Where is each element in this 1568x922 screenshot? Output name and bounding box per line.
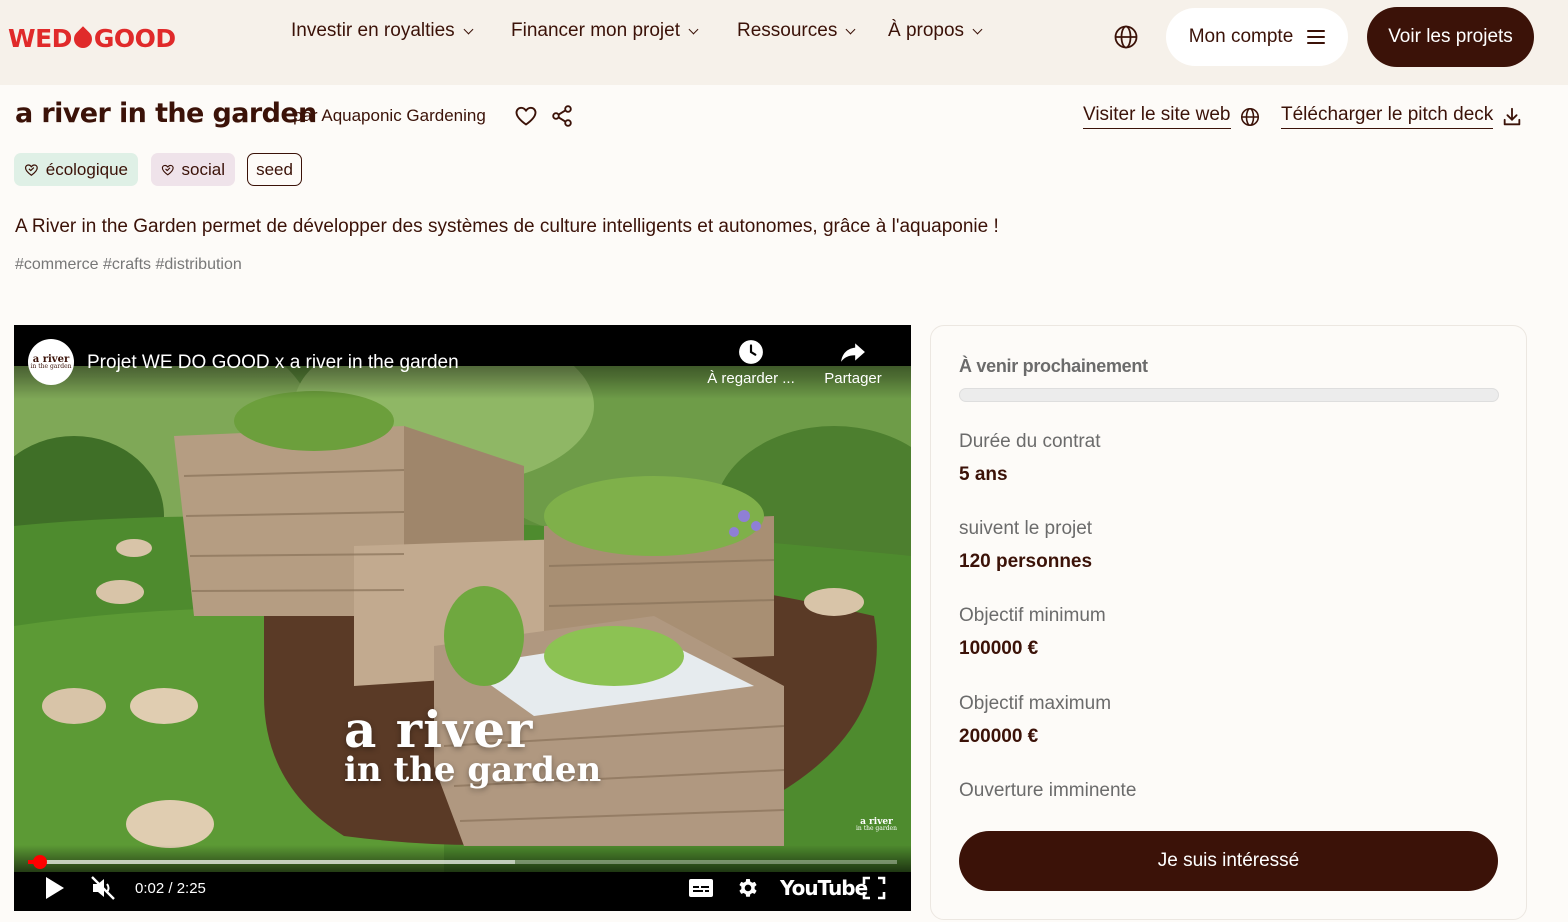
stat-followers-label: suivent le projet — [959, 518, 1093, 539]
nav-menu-invest[interactable]: Investir en royalties — [291, 18, 474, 44]
video-watermark: a river in the garden — [856, 817, 897, 833]
tag-ecological-label: écologique — [45, 159, 128, 179]
stat-contract-duration-label: Durée du contrat — [959, 431, 1101, 452]
video-progress-bar[interactable] — [28, 855, 897, 869]
captions-button[interactable] — [688, 873, 714, 903]
captions-icon — [689, 879, 713, 897]
nav-menu-about-label: À propos — [888, 20, 965, 41]
chevron-down-icon — [972, 24, 983, 34]
youtube-logo: YouTube — [780, 876, 868, 900]
globe-icon — [1240, 107, 1259, 126]
visit-website-label: Visiter le site web — [1083, 104, 1231, 129]
watch-later-label: À regarder ... — [707, 370, 795, 387]
tag-social: social — [151, 153, 235, 186]
channel-avatar[interactable]: a river in the garden — [28, 339, 74, 385]
project-byline[interactable]: par Aquaponic Gardening — [293, 106, 486, 126]
clock-icon — [739, 340, 763, 364]
my-account-button[interactable]: Mon compte — [1166, 8, 1348, 66]
fullscreen-icon — [862, 876, 886, 900]
watermark-line2: in the garden — [856, 825, 897, 833]
leaf-heart-icon — [161, 164, 174, 175]
my-account-label: Mon compte — [1188, 26, 1294, 47]
chevron-down-icon — [845, 24, 856, 34]
language-globe-icon[interactable] — [1112, 23, 1140, 51]
video-share-button[interactable]: Partager — [808, 339, 898, 387]
top-nav: WED GOOD Investir en royalties Financer … — [0, 0, 1568, 85]
hamburger-icon — [1307, 30, 1326, 44]
video-share-label: Partager — [824, 370, 882, 387]
muted-icon — [91, 876, 115, 900]
settings-button[interactable] — [736, 873, 760, 903]
download-icon — [1504, 107, 1521, 125]
interested-button[interactable]: Je suis intéressé — [959, 831, 1498, 891]
overlay-title-line1: a river — [344, 700, 534, 759]
download-pitch-deck-label: Télécharger le pitch deck — [1281, 104, 1494, 129]
heart-icon[interactable] — [514, 104, 538, 128]
nav-menu-resources[interactable]: Ressources — [737, 18, 856, 44]
visit-website-link[interactable]: Visiter le site web — [1083, 104, 1261, 129]
video-buffered-bar — [28, 860, 515, 864]
video-player[interactable]: a river in the garden Projet WE DO GOOD … — [14, 325, 911, 911]
chevron-down-icon — [688, 24, 699, 34]
download-pitch-deck-link[interactable]: Télécharger le pitch deck — [1281, 104, 1523, 129]
mute-button[interactable] — [89, 873, 117, 903]
logo-text-right: GOOD — [93, 24, 176, 53]
stat-followers-value: 120 personnes — [959, 551, 1093, 572]
funding-progress-bar — [959, 388, 1499, 402]
gear-icon — [739, 879, 757, 897]
play-icon — [46, 877, 64, 899]
nav-menu-invest-label: Investir en royalties — [291, 20, 455, 41]
stat-max-goal-label: Objectif maximum — [959, 693, 1112, 714]
opening-status: Ouverture imminente — [959, 780, 1137, 801]
nav-menu-finance[interactable]: Financer mon projet — [511, 18, 699, 44]
overlay-title-line2: in the garden — [344, 750, 602, 790]
tag-ecological: écologique — [14, 153, 138, 186]
video-frame — [14, 366, 911, 872]
leaf-heart-icon — [24, 163, 38, 176]
logo-drop-icon — [70, 25, 96, 52]
stat-contract-duration-value: 5 ans — [959, 464, 1008, 485]
campaign-panel: À venir prochainement Durée du contrat 5… — [930, 325, 1527, 920]
wedogood-logo[interactable]: WED GOOD — [8, 24, 176, 53]
chevron-down-icon — [463, 24, 474, 34]
forward-arrow-icon — [841, 343, 865, 362]
nav-menu-resources-label: Ressources — [737, 20, 838, 41]
tag-social-label: social — [181, 159, 225, 179]
stat-min-goal-value: 100000 € — [959, 638, 1039, 659]
logo-text-left: WED — [8, 24, 72, 53]
fullscreen-button[interactable] — [862, 873, 886, 903]
stat-max-goal-value: 200000 € — [959, 726, 1039, 747]
share-icon[interactable] — [550, 104, 574, 128]
video-overlay-title: a river in the garden — [344, 700, 602, 790]
project-description: A River in the Garden permet de développ… — [15, 216, 999, 237]
video-title[interactable]: Projet WE DO GOOD x a river in the garde… — [87, 352, 459, 374]
play-button[interactable] — [42, 873, 66, 903]
tag-seed: seed — [247, 153, 302, 186]
project-hashtags: #commerce #crafts #distribution — [15, 256, 242, 273]
video-time-label: 0:02 / 2:25 — [135, 879, 206, 897]
nav-menu-about[interactable]: À propos — [888, 18, 983, 44]
project-title: a river in the garden — [15, 98, 317, 129]
channel-avatar-line2: in the garden — [30, 362, 72, 370]
watch-later-button[interactable]: À regarder ... — [706, 339, 796, 387]
campaign-status: À venir prochainement — [959, 356, 1148, 376]
view-projects-button[interactable]: Voir les projets — [1367, 7, 1534, 67]
stat-min-goal-label: Objectif minimum — [959, 605, 1106, 626]
nav-menu-finance-label: Financer mon projet — [511, 20, 680, 41]
video-time: 0:02 / 2:25 — [135, 873, 206, 903]
youtube-logo-button[interactable]: YouTube — [780, 873, 868, 903]
